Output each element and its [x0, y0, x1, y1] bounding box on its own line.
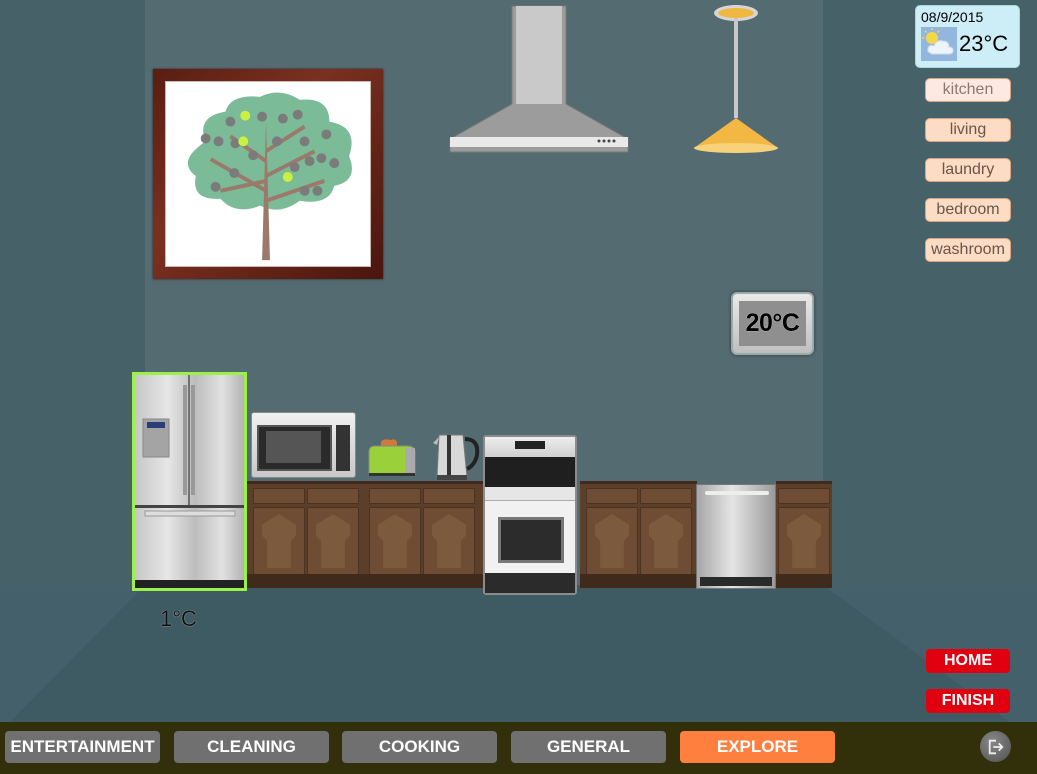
weather-widget: 08/9/2015 23°C [915, 5, 1020, 68]
exit-icon [988, 739, 1004, 754]
finish-button[interactable]: FINISH [926, 689, 1010, 713]
tree-picture [165, 81, 371, 267]
room-button-bedroom[interactable]: bedroom [925, 198, 1011, 222]
range-hood[interactable] [446, 4, 632, 154]
ceiling-lamp[interactable] [686, 0, 786, 160]
partly-cloudy-icon [921, 27, 957, 61]
exit-button[interactable] [980, 731, 1011, 762]
microwave[interactable] [251, 412, 356, 478]
category-bar: ENTERTAINMENT CLEANING COOKING GENERAL E… [0, 722, 1037, 774]
category-explore[interactable]: EXPLORE [680, 731, 835, 763]
dishwasher[interactable] [696, 484, 776, 589]
room-button-laundry[interactable]: laundry [925, 158, 1011, 182]
toaster[interactable] [367, 438, 419, 478]
room-button-living[interactable]: living [925, 118, 1011, 142]
kitchen-cabinet-left [247, 481, 483, 588]
thermostat-temperature: 20°C [739, 301, 806, 346]
room-navigation: kitchen living laundry bedroom washroom [925, 78, 1011, 278]
refrigerator[interactable] [132, 372, 247, 591]
room-button-kitchen[interactable]: kitchen [925, 78, 1011, 102]
gas-stove[interactable] [483, 435, 577, 595]
category-cleaning[interactable]: CLEANING [174, 731, 329, 763]
tree-icon [187, 92, 352, 261]
kitchen-cabinet-middle [580, 481, 697, 588]
weather-date: 08/9/2015 [921, 9, 984, 25]
category-general[interactable]: GENERAL [511, 731, 666, 763]
category-entertainment[interactable]: ENTERTAINMENT [5, 731, 160, 763]
refrigerator-temperature: 1°C [160, 606, 197, 631]
kitchen-scene: 20°C 08/9/2015 23°C kitchen living laund… [0, 0, 1037, 774]
electric-kettle[interactable] [431, 429, 481, 483]
kitchen-cabinet-right [776, 481, 832, 588]
tree-picture-frame[interactable] [153, 69, 383, 279]
home-button[interactable]: HOME [926, 649, 1010, 673]
room-button-washroom[interactable]: washroom [925, 238, 1011, 262]
weather-temperature: 23°C [959, 31, 1009, 56]
category-cooking[interactable]: COOKING [342, 731, 497, 763]
wall-thermostat[interactable]: 20°C [731, 292, 814, 355]
